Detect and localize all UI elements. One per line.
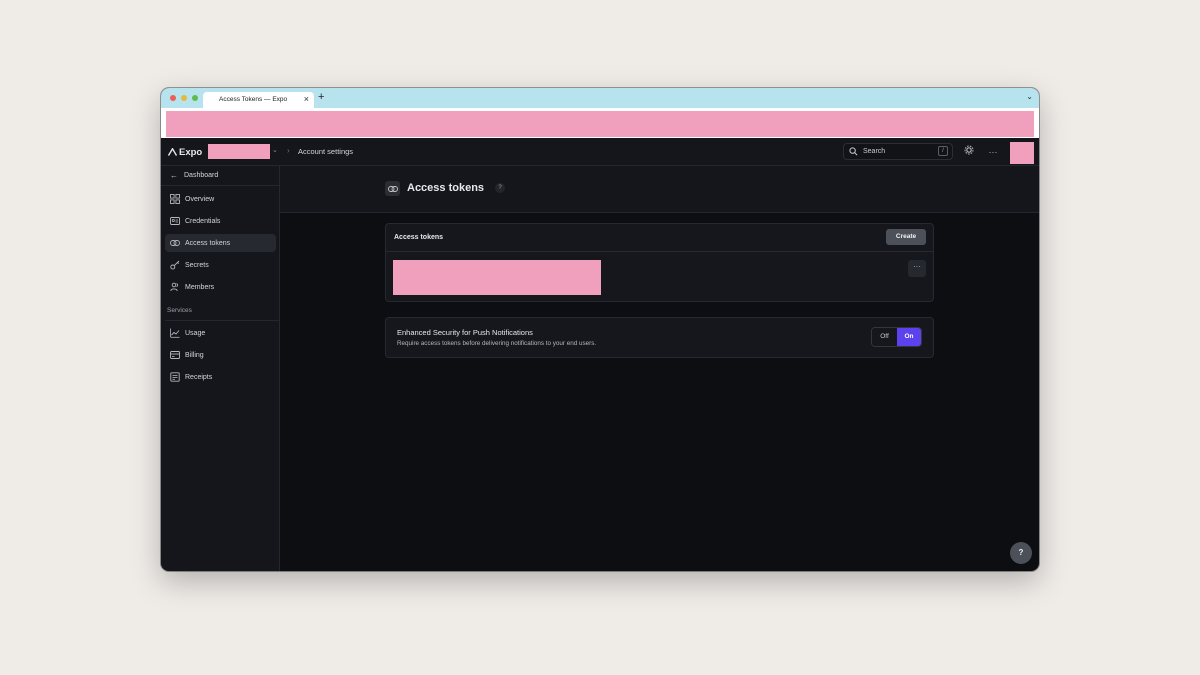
redacted-address-bar[interactable] bbox=[166, 111, 1034, 137]
token-more-options-button[interactable]: ··· bbox=[908, 260, 926, 277]
browser-tab-bar: Access Tokens — Expo × + ⌄ bbox=[161, 88, 1039, 108]
redacted-token-row bbox=[393, 260, 601, 295]
token-icon bbox=[170, 240, 180, 246]
push-security-toggle[interactable]: Off On bbox=[871, 327, 922, 347]
push-security-description: Require access tokens before delivering … bbox=[397, 340, 597, 347]
expo-logo[interactable]: Expo bbox=[168, 144, 202, 160]
search-icon bbox=[849, 147, 858, 156]
logo-text: Expo bbox=[179, 146, 203, 158]
sidebar-item-label: Usage bbox=[185, 329, 206, 337]
sidebar-item-receipts[interactable]: Receipts bbox=[165, 368, 276, 386]
receipt-icon bbox=[170, 372, 180, 382]
help-button[interactable]: ? bbox=[1010, 542, 1032, 564]
avatar[interactable] bbox=[1010, 142, 1034, 164]
browser-window: Access Tokens — Expo × + ⌄ Expo ⌄ › Acco… bbox=[161, 88, 1039, 571]
search-shortcut-key: / bbox=[938, 146, 948, 156]
sidebar-item-label: Billing bbox=[185, 351, 204, 359]
sidebar-item-label: Overview bbox=[185, 195, 215, 203]
sidebar-divider bbox=[165, 320, 280, 321]
sidebar-item-label: Secrets bbox=[185, 261, 209, 269]
tab-list-chevron-icon[interactable]: ⌄ bbox=[1026, 92, 1033, 101]
chart-icon bbox=[170, 328, 180, 338]
sidebar-item-members[interactable]: Members bbox=[165, 278, 276, 296]
browser-tab[interactable]: Access Tokens — Expo × bbox=[203, 92, 314, 108]
access-tokens-card: Access tokens Create ··· bbox=[385, 223, 934, 302]
help-icon[interactable]: ? bbox=[495, 183, 505, 193]
card-header: Access tokens Create bbox=[386, 224, 933, 252]
sidebar-item-label: Credentials bbox=[185, 217, 221, 225]
minimize-window-button[interactable] bbox=[181, 95, 187, 101]
close-window-button[interactable] bbox=[170, 95, 176, 101]
card-title: Access tokens bbox=[394, 234, 444, 241]
breadcrumb[interactable]: Account settings bbox=[298, 147, 353, 156]
new-tab-button[interactable]: + bbox=[318, 91, 324, 103]
sidebar-item-credentials[interactable]: Credentials bbox=[165, 212, 276, 230]
grid-icon bbox=[170, 194, 180, 204]
push-security-title: Enhanced Security for Push Notifications bbox=[397, 328, 533, 337]
sidebar-item-label: Members bbox=[185, 283, 215, 291]
token-icon bbox=[385, 181, 400, 196]
sidebar-item-usage[interactable]: Usage bbox=[165, 324, 276, 342]
page-header: Access tokens ? bbox=[280, 166, 1039, 213]
close-tab-icon[interactable]: × bbox=[304, 94, 309, 104]
sidebar-item-billing[interactable]: Billing bbox=[165, 346, 276, 364]
expo-logo-icon bbox=[168, 148, 177, 156]
toggle-on-option[interactable]: On bbox=[897, 328, 921, 346]
theme-settings-icon[interactable] bbox=[962, 145, 976, 159]
services-heading: Services bbox=[167, 307, 192, 314]
toggle-off-option[interactable]: Off bbox=[872, 328, 897, 346]
sidebar-item-access-tokens[interactable]: Access tokens bbox=[165, 234, 276, 252]
more-options-icon[interactable]: ··· bbox=[986, 145, 1000, 159]
page-title: Access tokens bbox=[407, 182, 485, 194]
sidebar-item-secrets[interactable]: Secrets bbox=[165, 256, 276, 274]
members-icon bbox=[170, 282, 179, 292]
search-input[interactable]: Search / bbox=[843, 143, 953, 160]
breadcrumb-separator-icon: › bbox=[287, 146, 290, 155]
sidebar-item-label: Receipts bbox=[185, 373, 213, 381]
sidebar: ← Dashboard Overview Credentials Access … bbox=[161, 166, 280, 571]
app-header: Expo ⌄ › Account settings Search / ··· bbox=[161, 138, 1039, 166]
arrow-left-icon: ← bbox=[170, 171, 178, 180]
dashboard-label: Dashboard bbox=[184, 172, 219, 179]
search-placeholder: Search bbox=[863, 148, 886, 155]
push-security-card: Enhanced Security for Push Notifications… bbox=[385, 317, 934, 358]
gear-icon bbox=[964, 145, 974, 155]
billing-icon bbox=[170, 351, 180, 359]
dashboard-back-link[interactable]: ← Dashboard bbox=[161, 166, 280, 186]
sidebar-item-label: Access tokens bbox=[185, 239, 231, 247]
browser-tab-title: Access Tokens — Expo bbox=[219, 96, 288, 103]
browser-toolbar bbox=[161, 108, 1039, 138]
redacted-account-name[interactable] bbox=[208, 144, 270, 159]
id-card-icon bbox=[170, 217, 180, 225]
create-token-button[interactable]: Create bbox=[886, 229, 926, 245]
sidebar-item-overview[interactable]: Overview bbox=[165, 190, 276, 208]
maximize-window-button[interactable] bbox=[192, 95, 198, 101]
account-switcher-chevron-icon[interactable]: ⌄ bbox=[272, 146, 278, 154]
key-icon bbox=[170, 260, 180, 270]
